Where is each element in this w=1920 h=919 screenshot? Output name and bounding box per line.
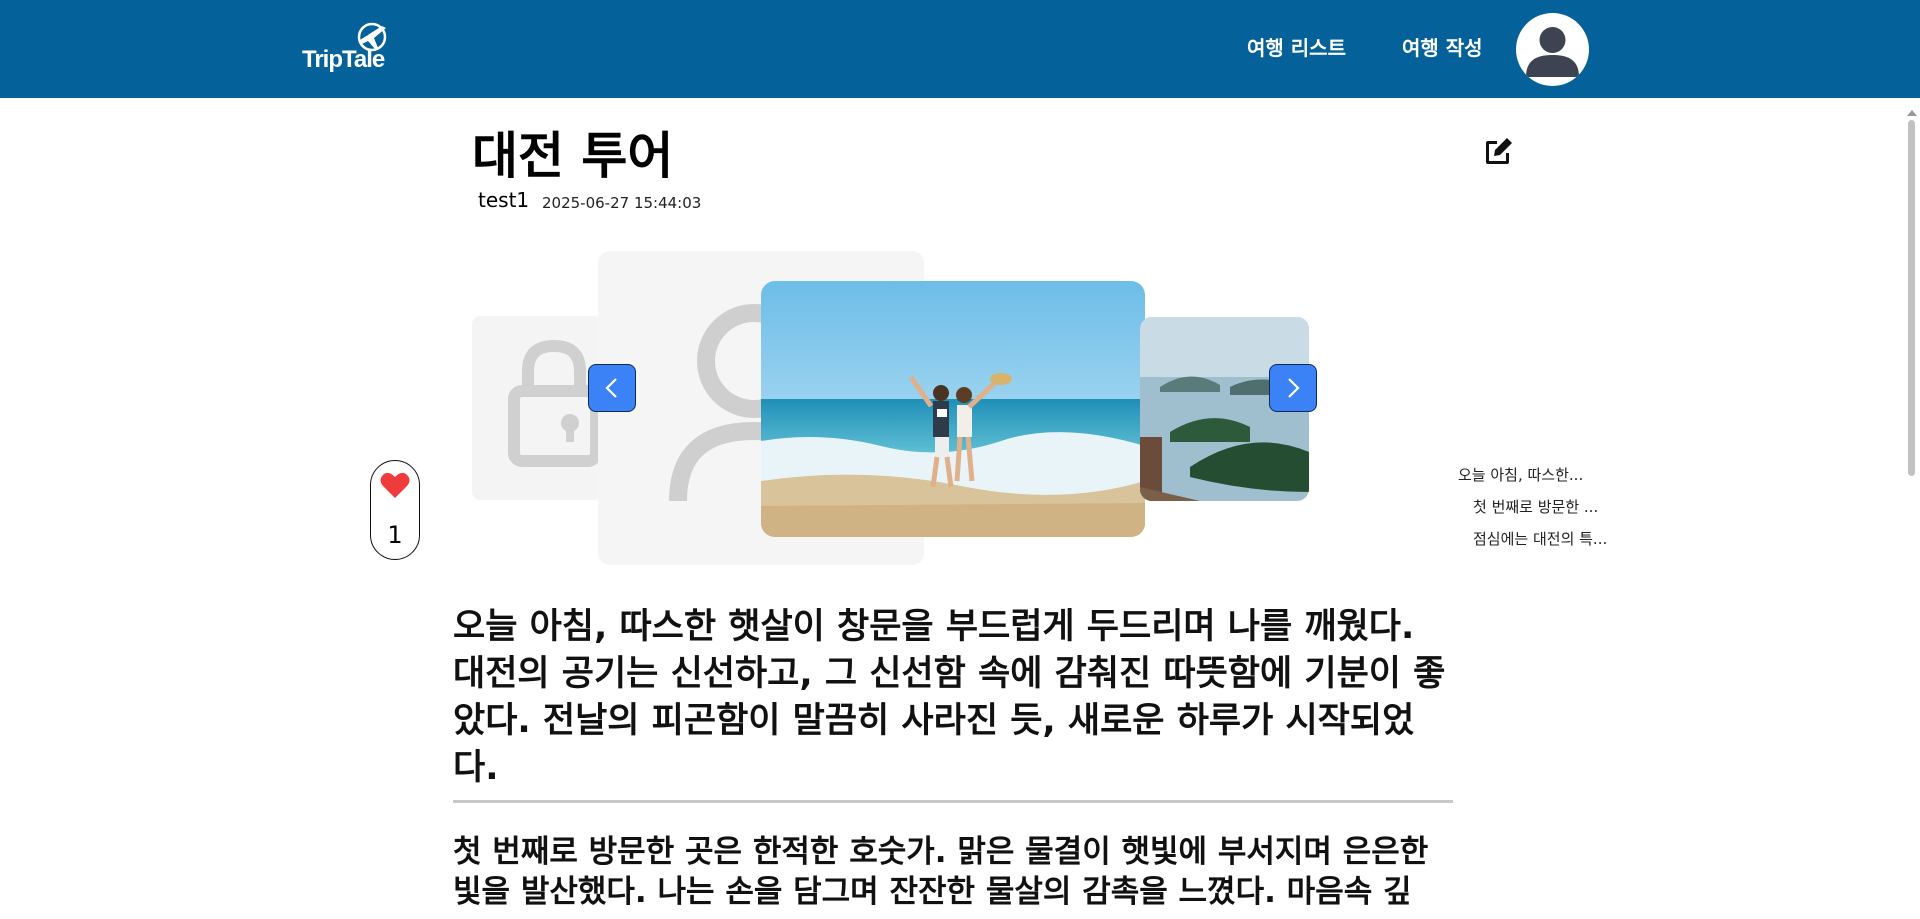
like-count: 1 xyxy=(387,521,403,549)
carousel-slide-lock xyxy=(472,316,602,500)
logo-text: TripTale xyxy=(302,46,385,73)
article-paragraph: 오늘 아침, 따스한 햇살이 창문을 부드럽게 두드리며 나를 깨웠다. 대전의… xyxy=(453,607,1446,788)
toc-item[interactable]: 첫 번째로 방문한 ... xyxy=(1473,496,1598,517)
post-date: 2025-06-27 15:44:03 xyxy=(542,194,702,212)
carousel-slide-beach-photo[interactable] xyxy=(761,281,1145,537)
edit-post-button[interactable] xyxy=(1480,134,1514,168)
carousel-next-button[interactable] xyxy=(1269,364,1317,412)
user-avatar-icon xyxy=(1526,27,1579,77)
chevron-left-icon xyxy=(605,378,617,398)
nav-trip-write[interactable]: 여행 작성 xyxy=(1402,32,1483,61)
heart-icon xyxy=(380,472,410,498)
beach-couple-image xyxy=(761,281,1145,537)
post-title: 대전 투어 xyxy=(472,127,674,185)
top-header: TripTale 여행 리스트 여행 작성 xyxy=(0,0,1920,98)
logo[interactable]: TripTale xyxy=(302,20,392,76)
carousel-prev-button[interactable] xyxy=(588,364,636,412)
page-scrollbar[interactable] xyxy=(1903,98,1920,919)
nav-trip-list[interactable]: 여행 리스트 xyxy=(1247,32,1346,61)
chevron-right-icon xyxy=(1288,378,1300,398)
user-avatar-button[interactable] xyxy=(1516,13,1589,86)
pencil-square-icon xyxy=(1486,138,1512,164)
lock-icon xyxy=(508,339,602,467)
toc-item[interactable]: 오늘 아침, 따스한... xyxy=(1458,464,1583,485)
scroll-up-arrow-icon[interactable] xyxy=(1907,110,1917,116)
section-divider xyxy=(453,800,1453,803)
post-author: test1 xyxy=(478,188,530,212)
article-paragraph: 첫 번째로 방문한 곳은 한적한 호숫가. 맑은 물결이 햇빛에 부서지며 은은… xyxy=(453,834,1429,910)
like-button[interactable]: 1 xyxy=(370,460,420,560)
toc-item[interactable]: 점심에는 대전의 특... xyxy=(1473,528,1607,549)
scrollbar-thumb[interactable] xyxy=(1908,120,1915,476)
